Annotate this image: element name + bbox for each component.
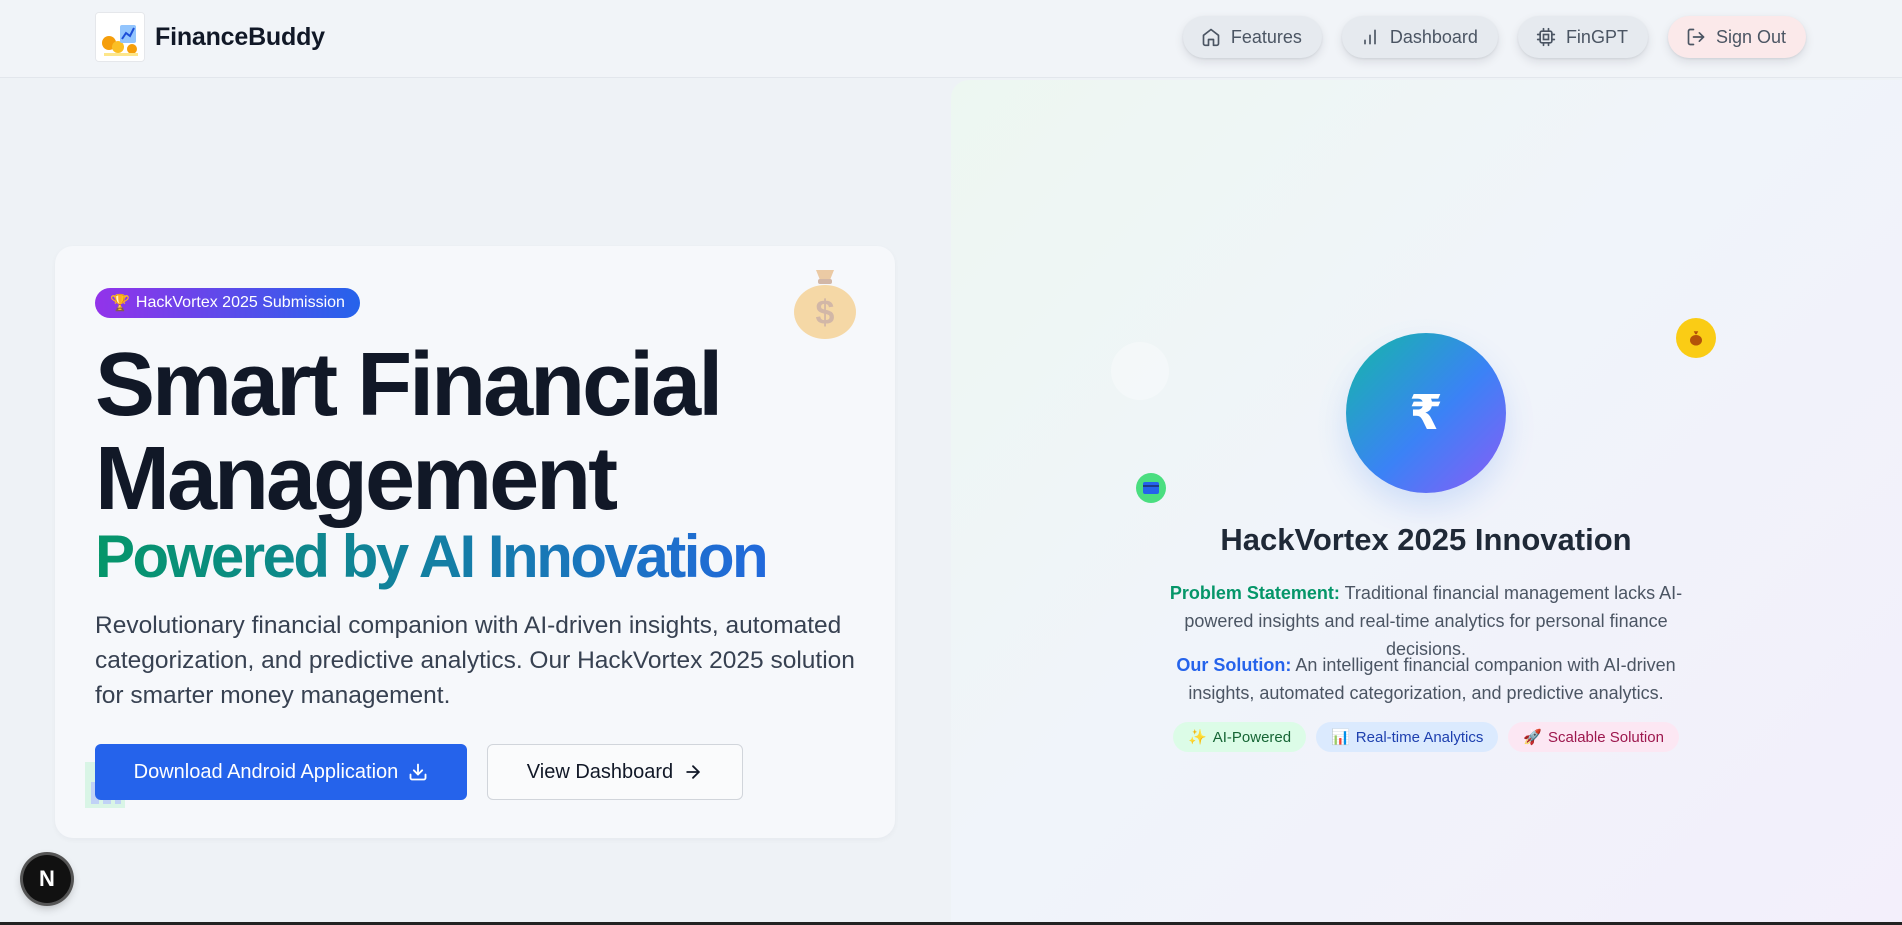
innovation-title: HackVortex 2025 Innovation [1220,522,1632,557]
sparkles-icon: ✨ [1188,729,1207,746]
hero-subtitle: Powered by AI Innovation [95,524,855,590]
nextjs-logo-icon: N [39,866,55,891]
rupee-emblem: ₹ [1346,333,1506,493]
tag-label: Scalable Solution [1548,728,1664,746]
hero-card: 🏆 HackVortex 2025 Submission $ Smart Fin… [55,246,895,838]
view-dashboard-button[interactable]: View Dashboard [487,744,743,800]
innovation-panel: ₹ HackVortex 2025 Innovation Problem Sta… [951,80,1902,925]
feature-tags: ✨ AI-Powered 📊 Real-time Analytics 🚀 Sca… [951,722,1901,752]
nav-fingpt-button[interactable]: FinGPT [1517,16,1648,58]
tag-real-time-analytics: 📊 Real-time Analytics [1316,722,1499,752]
brand[interactable]: FinanceBuddy [95,12,325,62]
top-navbar: FinanceBuddy Features Dashboard FinGPT S… [0,0,1902,78]
hero-description: Revolutionary financial companion with A… [95,612,855,709]
tag-label: Real-time Analytics [1355,728,1484,746]
log-out-icon [1687,28,1705,46]
cpu-icon [1536,27,1556,47]
bar-chart-icon: 📊 [1331,729,1350,746]
nav-features-label: Features [1230,26,1302,47]
bar-chart-icon [1364,29,1376,45]
nav-sign-out-label: Sign Out [1715,26,1786,47]
nav-fingpt-label: FinGPT [1565,26,1628,47]
nav-sign-out-button[interactable]: Sign Out [1667,16,1806,58]
solution-label: Our Solution: [1176,655,1292,675]
submission-badge-label: HackVortex 2025 Submission [135,294,345,311]
brand-name: FinanceBuddy [155,22,325,51]
floating-decoration [1111,342,1169,400]
download-icon [409,763,427,781]
money-bag-icon [1676,318,1716,358]
rupee-symbol: ₹ [1409,387,1443,440]
hero-title: Smart Financial Management [95,338,855,526]
finance-illustration-icon [95,12,145,62]
nav-dashboard-label: Dashboard [1389,26,1478,47]
download-android-button[interactable]: Download Android Application [95,744,467,800]
money-bag-icon: $ [794,270,856,339]
hero-title-line2: Management [95,429,618,529]
view-dashboard-label: View Dashboard [526,760,674,783]
home-icon [1202,28,1220,47]
trophy-icon: 🏆 [110,295,130,312]
nav-dashboard-button[interactable]: Dashboard [1341,16,1498,58]
svg-text:$: $ [816,294,835,332]
problem-label: Problem Statement: [1169,583,1340,603]
tag-label: AI-Powered [1212,728,1292,746]
tag-scalable-solution: 🚀 Scalable Solution [1508,722,1679,752]
tag-ai-powered: ✨ AI-Powered [1173,722,1307,752]
download-android-label: Download Android Application [133,760,399,783]
rocket-icon: 🚀 [1523,729,1543,746]
arrow-right-icon [686,765,700,779]
submission-badge: 🏆 HackVortex 2025 Submission [95,288,360,318]
nextjs-dev-badge[interactable]: N [23,855,71,903]
credit-card-icon [1136,473,1166,503]
nav-features-button[interactable]: Features [1182,16,1322,58]
solution-statement: Our Solution: An intelligent financial c… [1146,651,1706,707]
hero-title-line1: Smart Financial [95,335,723,435]
main-nav: Features Dashboard FinGPT Sign Out [1182,16,1806,58]
